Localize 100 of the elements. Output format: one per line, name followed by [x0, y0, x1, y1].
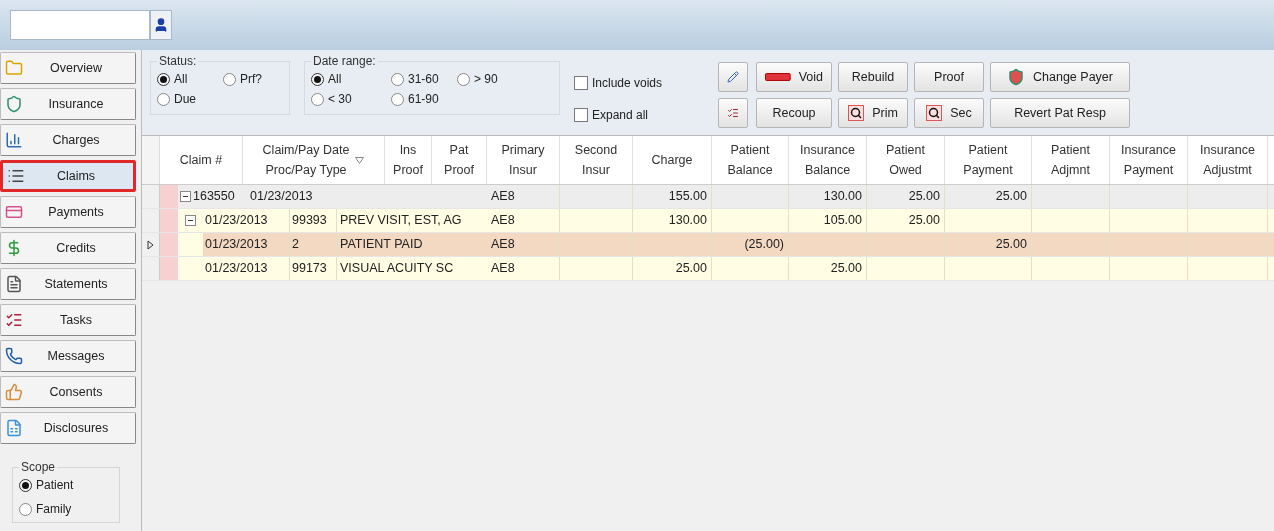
table-row[interactable]: 163550 01/23/2013 AE8 155.00 130.00 25.00 25.00: [142, 185, 1274, 209]
column-header[interactable]: Pat Proof: [432, 136, 487, 184]
thumbs-up-icon: [5, 383, 23, 401]
table-cell-text: 163550: [192, 188, 236, 206]
column-header[interactable]: Insurance Balance: [789, 136, 867, 184]
table-cell: 25.00: [789, 257, 867, 280]
column-header[interactable]: Patient Payment: [945, 136, 1032, 184]
checkbox[interactable]: [574, 76, 588, 90]
radio-button[interactable]: [391, 92, 404, 106]
tree-indent: [178, 233, 203, 256]
table-row[interactable]: 01/23/2013 99173 VISUAL ACUITY SC AE8 25.00 25.00: [142, 257, 1274, 281]
table-cell: 99393: [290, 209, 337, 232]
table-cell: 01/23/2013: [203, 209, 290, 232]
table-cell: 25.00: [633, 257, 712, 280]
table-cell-text: VISUAL ACUITY SC: [339, 260, 455, 278]
sidebar-item[interactable]: Payments: [0, 196, 136, 228]
column-header[interactable]: Patient Balance: [712, 136, 789, 184]
document-icon: [5, 419, 23, 437]
table-cell: AE8: [487, 185, 560, 208]
toolbar-button[interactable]: Revert Pat Resp: [990, 98, 1130, 128]
radio-button[interactable]: [311, 92, 324, 106]
folder-icon: [5, 59, 23, 77]
radio-button[interactable]: [19, 478, 32, 492]
edit-button[interactable]: [718, 62, 748, 92]
checkbox-label[interactable]: Include voids: [592, 74, 663, 92]
sidebar-item[interactable]: Disclosures: [0, 412, 136, 444]
radio-label[interactable]: > 90: [474, 70, 498, 88]
table-cell: 130.00: [633, 209, 712, 232]
document-icon: [5, 275, 23, 293]
radio-label[interactable]: Family: [36, 500, 72, 518]
sidebar-item[interactable]: Tasks: [0, 304, 136, 336]
column-header[interactable]: Charge: [633, 136, 712, 184]
sidebar-item[interactable]: Insurance: [0, 88, 136, 120]
column-header[interactable]: Insurance Adjustmt: [1188, 136, 1268, 184]
table-cell: 25.00: [945, 185, 1032, 208]
toolbar-button[interactable]: Recoup: [756, 98, 832, 128]
sidebar-item[interactable]: Charges: [0, 124, 136, 156]
toolbar-button[interactable]: Proof: [914, 62, 984, 92]
checkbox-label[interactable]: Expand all: [592, 106, 649, 124]
group-title: Date range:: [312, 53, 377, 70]
radio-button[interactable]: [157, 72, 170, 86]
minus-bar-icon: [765, 73, 791, 81]
shield-icon: [5, 95, 23, 113]
table-cell-text: PATIENT PAID: [339, 236, 424, 254]
radio-button[interactable]: [311, 72, 324, 86]
table-row[interactable]: 01/23/2013 99393 PREV VISIT, EST, AG AE8 130.00 105.00 25.00: [142, 209, 1274, 233]
toolbar-button[interactable]: Change Payer: [990, 62, 1130, 92]
row-strip: [160, 233, 178, 256]
radio-button[interactable]: [457, 72, 470, 86]
toolbar-button[interactable]: Rebuild: [838, 62, 908, 92]
table-cell: 130.00: [789, 185, 867, 208]
toolbar-button[interactable]: Sec: [914, 98, 984, 128]
radio-label[interactable]: 31-60: [408, 70, 439, 88]
phone-icon: [5, 347, 23, 365]
table-cell: 155.00: [633, 185, 712, 208]
column-header[interactable]: Ins Proof: [385, 136, 432, 184]
radio-label[interactable]: All: [328, 70, 342, 88]
table-cell: 25.00: [945, 233, 1032, 256]
group-title: Status:: [158, 53, 198, 70]
radio-label[interactable]: Prf?: [240, 70, 262, 88]
person-icon: [153, 17, 169, 33]
sidebar-item[interactable]: Claims: [0, 160, 136, 192]
sidebar-item[interactable]: Credits: [0, 232, 136, 264]
toolbar-button[interactable]: Prim: [838, 98, 908, 128]
column-header[interactable]: Insurance Payment: [1110, 136, 1188, 184]
column-header[interactable]: Primary Insur: [487, 136, 560, 184]
group-title: Scope: [20, 459, 57, 476]
sidebar-item[interactable]: Overview: [0, 52, 136, 84]
radio-label[interactable]: Patient: [36, 476, 74, 494]
radio-button[interactable]: [19, 502, 32, 516]
column-header[interactable]: Claim/Pay Date Proc/Pay Type: [243, 136, 385, 184]
radio-label[interactable]: 61-90: [408, 90, 439, 108]
sidebar-item[interactable]: Statements: [0, 268, 136, 300]
row-strip: [160, 209, 178, 232]
radio-button[interactable]: [157, 92, 170, 106]
sort-icon: [355, 156, 365, 164]
radio-button[interactable]: [391, 72, 404, 86]
patient-picker-button[interactable]: [150, 10, 172, 40]
table-row[interactable]: 01/23/2013 2 PATIENT PAID AE8 (25.00) 25.00: [142, 233, 1274, 257]
column-header[interactable]: Patient Adjmnt: [1032, 136, 1110, 184]
collapse-icon[interactable]: [185, 215, 196, 226]
table-cell: 2: [290, 233, 337, 256]
table-cell: AE8: [487, 233, 560, 256]
radio-label[interactable]: < 30: [328, 90, 352, 108]
shield-icon: [1007, 68, 1026, 86]
sidebar-item[interactable]: Consents: [0, 376, 136, 408]
column-header[interactable]: Second Insur: [560, 136, 633, 184]
column-header[interactable]: Claim #: [160, 136, 243, 184]
patient-field[interactable]: [10, 10, 150, 40]
radio-label[interactable]: Due: [174, 90, 196, 108]
radio-button[interactable]: [223, 72, 236, 86]
collapse-icon[interactable]: [179, 191, 191, 202]
radio-label[interactable]: All: [174, 70, 188, 88]
sidebar-item[interactable]: Messages: [0, 340, 136, 372]
checkbox[interactable]: [574, 108, 588, 122]
column-header[interactable]: Patient Owed: [867, 136, 945, 184]
checklist-button[interactable]: [718, 98, 748, 128]
row-header[interactable]: [142, 233, 160, 256]
toolbar-button[interactable]: Void: [756, 62, 832, 92]
table-cell: 01/23/2013: [203, 233, 290, 256]
